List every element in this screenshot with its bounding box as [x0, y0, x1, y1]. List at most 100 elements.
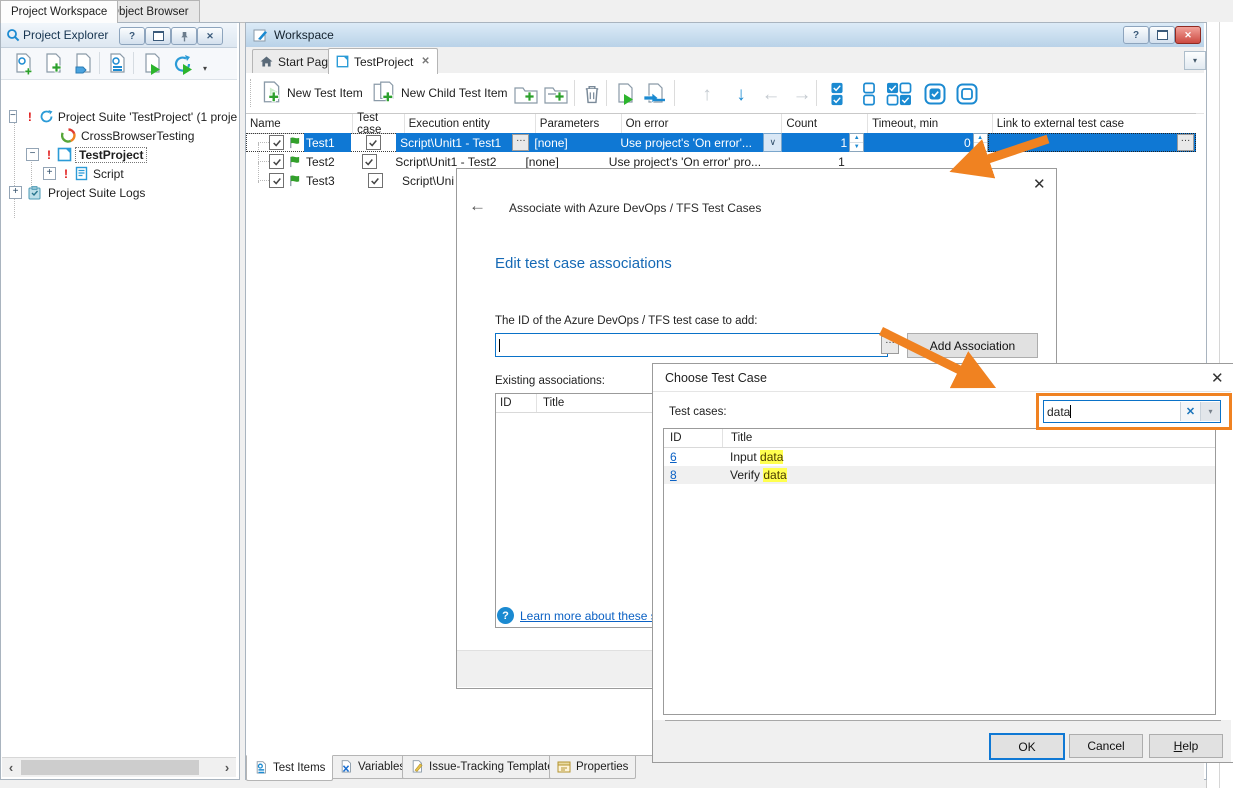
test-case-checkbox[interactable]	[362, 154, 377, 169]
row-checkbox[interactable]	[269, 154, 284, 169]
tree-item-project-suite-logs[interactable]: + Project Suite Logs	[1, 183, 237, 202]
scrollbar-thumb[interactable]	[21, 760, 199, 775]
cell-name: Test1	[246, 133, 351, 152]
delete-button[interactable]	[579, 81, 605, 107]
new-child-group-button[interactable]	[543, 81, 569, 107]
check-all-button[interactable]	[824, 81, 850, 107]
cell-execution-entity[interactable]: Script\Unit1 - Test1 …	[396, 133, 530, 152]
test-case-checkbox[interactable]	[368, 173, 383, 188]
tree-line	[258, 143, 260, 162]
collapse-icon[interactable]: −	[9, 110, 17, 123]
help-button[interactable]: Help	[1149, 734, 1223, 758]
cell-timeout[interactable]: 0 ▲▼	[864, 133, 987, 152]
timeout-spinner[interactable]: ▲▼	[973, 133, 988, 152]
run-project-suite-button[interactable]	[169, 50, 196, 77]
cell-link-external[interactable]: …	[988, 133, 1196, 152]
learn-more-link[interactable]: Learn more about these set	[520, 609, 667, 623]
toolbar-overflow-caret[interactable]: ▾	[203, 64, 207, 73]
close-tab-icon[interactable]: ✕	[421, 56, 429, 67]
collapse-icon[interactable]: −	[26, 148, 39, 161]
ok-button[interactable]: OK	[989, 733, 1065, 760]
convert-to-test-case-button[interactable]	[642, 81, 668, 107]
tree-item-crossbrowsertesting[interactable]: CrossBrowserTesting	[1, 126, 237, 145]
workspace-help-button[interactable]: ?	[1123, 26, 1149, 44]
row-checkbox[interactable]	[269, 173, 284, 188]
tab-project-workspace[interactable]: Project Workspace	[0, 0, 118, 23]
table-row-test1[interactable]: Test1 Script\Unit1 - Test1 … [none] Use …	[246, 133, 1196, 152]
count-spinner[interactable]: ▲▼	[849, 133, 864, 152]
tab-test-items[interactable]: Test Items	[246, 755, 333, 781]
id-link[interactable]: 8	[670, 468, 677, 482]
browse-execution-entity-button[interactable]: …	[512, 134, 529, 151]
tab-testproject[interactable]: TestProject ✕	[328, 48, 438, 74]
invert-checks-button[interactable]	[886, 81, 912, 107]
row-checkbox[interactable]	[269, 135, 284, 150]
run-selected-button[interactable]	[612, 81, 638, 107]
run-project-button[interactable]	[138, 50, 165, 77]
workspace-close-button[interactable]: ✕	[1175, 26, 1201, 44]
tree-item-script[interactable]: + ! Script	[1, 164, 237, 183]
button-label: New Test Item	[287, 86, 363, 100]
scroll-left-button[interactable]: ‹	[2, 758, 20, 777]
id-link[interactable]: 6	[670, 450, 677, 464]
tab-project-workspace-label: Project Workspace	[11, 6, 107, 18]
test-case-checkbox[interactable]	[366, 135, 381, 150]
cell-parameters[interactable]: [none]	[530, 133, 616, 152]
panel-help-button[interactable]: ?	[119, 27, 145, 45]
tab-list-dropdown-button[interactable]: ▾	[1184, 51, 1206, 70]
column-header-parameters: Parameters	[536, 114, 622, 133]
test-item-icon	[288, 174, 301, 187]
scroll-right-button[interactable]: ›	[218, 758, 236, 777]
dialog-close-button[interactable]: ✕	[1211, 369, 1224, 387]
add-existing-item-button[interactable]	[103, 50, 130, 77]
panel-close-button[interactable]: ✕	[197, 27, 223, 45]
chevron-down-icon: ▾	[1193, 56, 1197, 65]
test-case-row-8[interactable]: 8 Verify data	[664, 466, 1215, 484]
expand-icon[interactable]: +	[43, 167, 56, 180]
new-child-test-item-button[interactable]: New Child Test Item	[368, 78, 511, 108]
dialog-close-button[interactable]: ✕	[1033, 175, 1046, 193]
test-case-id-link[interactable]: 8	[664, 468, 722, 482]
tab-properties[interactable]: Properties	[549, 756, 636, 779]
spinner-up-icon: ▲	[850, 134, 863, 143]
cancel-button[interactable]: Cancel	[1069, 734, 1143, 758]
pin-icon	[180, 31, 189, 42]
browse-test-case-button[interactable]: …	[881, 336, 899, 354]
move-up-button[interactable]: ↑	[694, 81, 720, 107]
tree-item-testproject[interactable]: − ! TestProject	[1, 145, 237, 164]
cell-count[interactable]: 1 ▲▼	[782, 133, 864, 152]
new-test-item-button[interactable]: New Test Item	[256, 78, 367, 108]
move-right-button[interactable]: →	[789, 81, 815, 107]
back-button[interactable]: ←	[469, 197, 486, 214]
add-association-button[interactable]: Add Association	[907, 333, 1038, 358]
new-item-button[interactable]	[39, 50, 66, 77]
tab-variables[interactable]: Variables	[331, 756, 413, 779]
test-cases-list[interactable]: ID Title 6 Input data 8 Verify data	[663, 428, 1216, 715]
expand-icon[interactable]: +	[9, 186, 22, 199]
help-icon: ?	[129, 31, 135, 42]
horizontal-scrollbar[interactable]: ‹ ›	[2, 757, 236, 777]
workspace-restore-button[interactable]	[1149, 26, 1175, 44]
panel-pin-button[interactable]	[171, 27, 197, 45]
panel-restore-button[interactable]	[145, 27, 171, 45]
test-case-id-input[interactable]	[495, 333, 888, 357]
new-group-button[interactable]	[513, 81, 539, 107]
tab-issue-tracking-templates[interactable]: Issue-Tracking Templates	[402, 756, 567, 779]
browse-link-button[interactable]: …	[1177, 134, 1194, 151]
test-case-id-link[interactable]: 6	[664, 450, 722, 464]
check-selected-button[interactable]	[922, 81, 948, 107]
uncheck-selected-button[interactable]	[954, 81, 980, 107]
tree-item-project-suite[interactable]: − ! Project Suite 'TestProject' (1 proje…	[1, 107, 237, 126]
uncheck-all-button[interactable]	[856, 81, 882, 107]
move-down-button[interactable]: ↓	[728, 81, 754, 107]
parameters-value: [none]	[525, 155, 558, 169]
move-left-button[interactable]: ←	[758, 81, 784, 107]
cell-on-error[interactable]: Use project's 'On error'... ∨	[616, 133, 782, 152]
test-case-row-6[interactable]: 6 Input data	[664, 448, 1215, 466]
open-file-button[interactable]	[69, 50, 96, 77]
add-new-project-button[interactable]	[9, 50, 36, 77]
search-icon	[6, 28, 20, 45]
new-group-icon	[514, 84, 538, 104]
on-error-dropdown-button[interactable]: ∨	[763, 133, 782, 152]
run-project-icon	[142, 53, 162, 75]
